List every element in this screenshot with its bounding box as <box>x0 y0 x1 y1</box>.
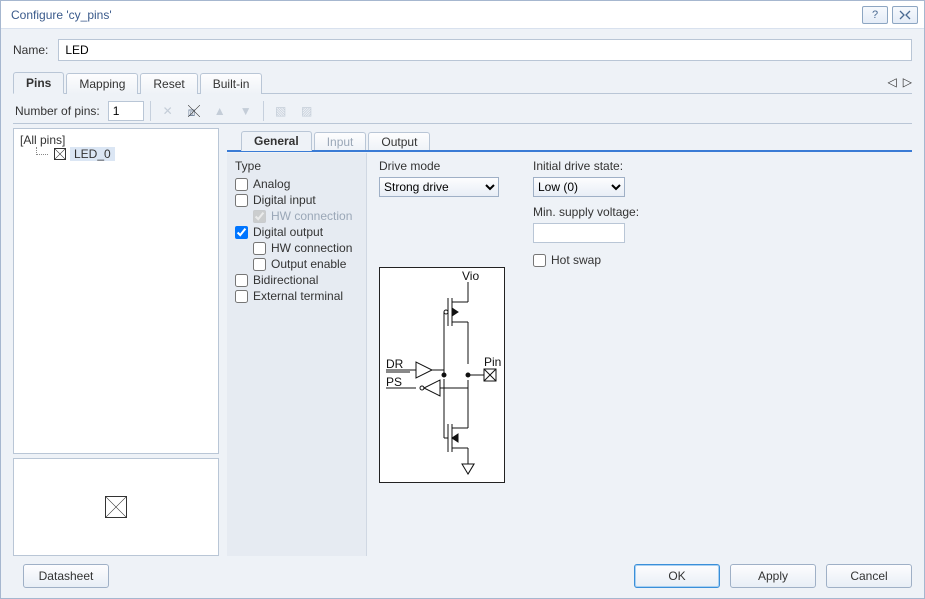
pin-preview <box>13 458 219 556</box>
pins-panel: Number of pins: ✕ ⧈ ▲ ▼ ▧ ▨ [All pins] <box>13 93 912 556</box>
chk-hot-swap[interactable]: Hot swap <box>533 253 908 267</box>
numpins-label: Number of pins: <box>15 104 100 118</box>
inner-tabstrip: General Input Output <box>227 128 912 150</box>
chk-external-terminal[interactable]: External terminal <box>235 289 360 303</box>
pin-tree[interactable]: [All pins] LED_0 <box>13 128 219 454</box>
move-down-icon: ▼ <box>235 100 257 122</box>
tab-mapping[interactable]: Mapping <box>66 73 138 94</box>
window-title: Configure 'cy_pins' <box>11 8 112 22</box>
name-row: Name: <box>13 39 912 61</box>
type-section: Type Analog Digital input HW connection … <box>227 153 367 556</box>
tab-output[interactable]: Output <box>368 132 430 151</box>
group-icon: ▧ <box>270 100 292 122</box>
svg-text:Vio: Vio <box>462 269 479 283</box>
chk-analog[interactable]: Analog <box>235 177 360 191</box>
drive-diagram: Vio <box>379 267 505 483</box>
tab-builtin[interactable]: Built-in <box>200 73 263 94</box>
chk-digital-output[interactable]: Digital output <box>235 225 360 239</box>
main-tabstrip: Pins Mapping Reset Built-in ◁ ▷ <box>13 69 912 93</box>
chk-hw-conn-in: HW connection <box>235 209 360 223</box>
drive-mode-select[interactable]: Strong drive <box>379 177 499 197</box>
ok-button[interactable]: OK <box>634 564 720 588</box>
drive-section: Drive mode Strong drive Vio <box>375 153 521 556</box>
tab-right-icon[interactable]: ▷ <box>903 75 912 89</box>
tab-scroll-arrows[interactable]: ◁ ▷ <box>888 75 912 89</box>
init-state-label: Initial drive state: <box>533 159 908 173</box>
general-panel: Type Analog Digital input HW connection … <box>227 150 912 556</box>
tab-input[interactable]: Input <box>314 132 367 151</box>
workarea: [All pins] LED_0 General Input <box>13 124 912 556</box>
rename-pin-icon[interactable]: ⧈ <box>183 100 205 122</box>
type-title: Type <box>235 159 360 173</box>
tab-reset[interactable]: Reset <box>140 73 197 94</box>
ungroup-icon: ▨ <box>296 100 318 122</box>
tree-item-label: LED_0 <box>70 147 115 161</box>
numpins-input[interactable] <box>108 101 144 121</box>
cancel-button[interactable]: Cancel <box>826 564 912 588</box>
preview-pin-icon <box>105 496 127 518</box>
tree-root[interactable]: [All pins] <box>20 133 212 147</box>
left-column: [All pins] LED_0 <box>13 128 219 556</box>
client-area: Name: Pins Mapping Reset Built-in ◁ ▷ Nu… <box>1 29 924 598</box>
button-row: Datasheet OK Apply Cancel <box>13 556 912 588</box>
svg-text:DR: DR <box>386 357 404 371</box>
min-supply-input[interactable] <box>533 223 625 243</box>
min-supply-label: Min. supply voltage: <box>533 205 908 219</box>
svg-text:PS: PS <box>386 375 402 389</box>
init-state-select[interactable]: Low (0) <box>533 177 625 197</box>
delete-pin-icon: ✕ <box>157 100 179 122</box>
state-section: Initial drive state: Low (0) Min. supply… <box>529 153 912 556</box>
name-label: Name: <box>13 43 48 57</box>
right-column: General Input Output Type Analog Digital… <box>227 128 912 556</box>
close-button[interactable] <box>892 6 918 24</box>
tab-general[interactable]: General <box>241 131 312 151</box>
svg-text:Pin: Pin <box>484 355 501 369</box>
titlebar: Configure 'cy_pins' ? <box>1 1 924 29</box>
tab-pins[interactable]: Pins <box>13 72 64 94</box>
datasheet-button[interactable]: Datasheet <box>23 564 109 588</box>
tree-item[interactable]: LED_0 <box>20 147 212 161</box>
chk-output-enable[interactable]: Output enable <box>235 257 360 271</box>
apply-button[interactable]: Apply <box>730 564 816 588</box>
configure-dialog: Configure 'cy_pins' ? Name: Pins Mapping… <box>0 0 925 599</box>
move-up-icon: ▲ <box>209 100 231 122</box>
chk-digital-input[interactable]: Digital input <box>235 193 360 207</box>
pins-toolbar: Number of pins: ✕ ⧈ ▲ ▼ ▧ ▨ <box>13 98 912 124</box>
drive-title: Drive mode <box>379 159 517 173</box>
name-input[interactable] <box>58 39 912 61</box>
tab-left-icon[interactable]: ◁ <box>888 75 897 89</box>
chk-bidirectional[interactable]: Bidirectional <box>235 273 360 287</box>
chk-hw-conn-out[interactable]: HW connection <box>235 241 360 255</box>
pin-icon <box>54 148 66 160</box>
help-button[interactable]: ? <box>862 6 888 24</box>
